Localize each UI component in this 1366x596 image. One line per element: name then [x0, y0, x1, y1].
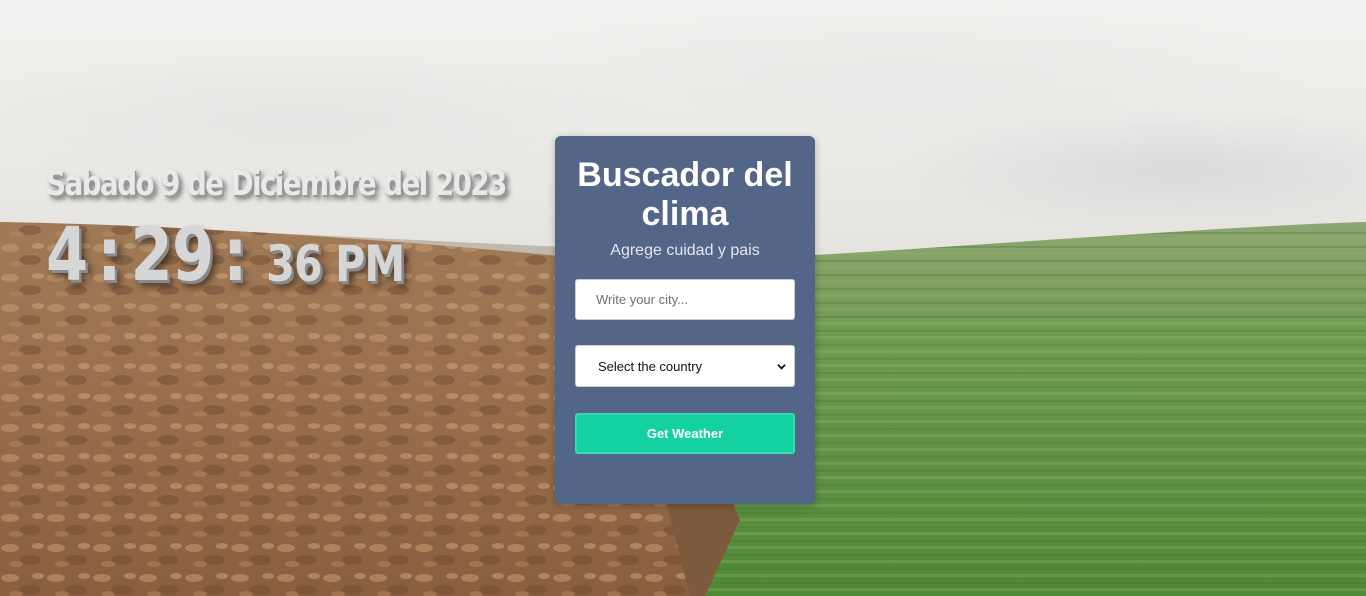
city-input[interactable]	[575, 279, 795, 320]
page: Sabado 9 de Diciembre del 2023 4 : 29 : …	[0, 0, 1366, 596]
clock-hour: 4	[46, 212, 88, 298]
card-subtitle: Agrege cuidad y pais	[610, 242, 760, 259]
clock-seconds-period: 36 PM	[266, 235, 405, 293]
current-time: 4 : 29 : 36 PM	[46, 218, 506, 292]
card-title: Buscador del clima	[577, 156, 793, 233]
weather-search-card: Buscador del clima Agrege cuidad y pais …	[555, 136, 815, 504]
clock-separator: :	[97, 212, 121, 298]
country-select[interactable]: Select the country	[575, 345, 795, 387]
chevron-down-icon	[777, 363, 786, 370]
country-select-value: Select the country	[598, 358, 703, 374]
current-date: Sabado 9 de Diciembre del 2023	[46, 164, 507, 204]
clock-separator: :	[223, 212, 247, 298]
clock-minutes: 29	[130, 212, 215, 298]
digital-clock: Sabado 9 de Diciembre del 2023 4 : 29 : …	[46, 164, 607, 292]
get-weather-button[interactable]: Get Weather	[575, 413, 795, 454]
